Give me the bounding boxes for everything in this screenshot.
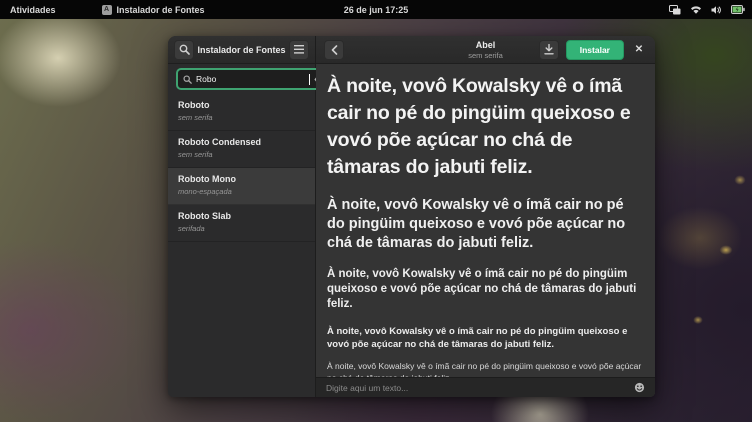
font-style: mono-espaçada <box>178 187 315 196</box>
window-title: Instalador de Fontes <box>194 45 289 55</box>
preview-paragraph-sm: À noite, vovô Kowalsky vê o ímã cair no … <box>327 325 643 351</box>
font-row-roboto[interactable]: Roboto sem serifa <box>168 94 315 131</box>
battery-icon <box>731 5 745 14</box>
search-icon <box>179 44 190 55</box>
font-row-roboto-slab[interactable]: Roboto Slab serifada <box>168 205 315 242</box>
font-style: sem serifa <box>178 150 315 159</box>
font-installer-window: Instalador de Fontes Roboto sem serifa <box>168 36 655 397</box>
volume-icon <box>711 5 722 15</box>
font-list-pane: Instalador de Fontes Roboto sem serifa <box>168 36 316 397</box>
preview-font-subtitle: sem serifa <box>468 51 503 60</box>
back-button[interactable] <box>324 40 344 60</box>
focused-app-name: Instalador de Fontes <box>117 5 205 15</box>
close-window-button[interactable]: ✕ <box>631 40 647 60</box>
font-name: Roboto Condensed <box>178 137 315 147</box>
search-toggle-button[interactable] <box>174 40 194 60</box>
menu-button[interactable] <box>289 40 309 60</box>
font-name: Roboto Mono <box>178 174 315 184</box>
top-bar: Atividades A Instalador de Fontes 26 de … <box>0 0 752 19</box>
custom-preview-text-bar <box>316 377 655 397</box>
smiley-icon <box>634 382 645 393</box>
preview-paragraph-xl: À noite, vovô Kowalsky vê o ímã cair no … <box>327 73 643 181</box>
font-preview-pane: Abel sem serifa Instalar ✕ À noite, vovô… <box>316 36 655 397</box>
preview-title-block: Abel sem serifa <box>468 40 503 60</box>
right-headerbar: Abel sem serifa Instalar ✕ <box>316 36 655 64</box>
font-name: Roboto Slab <box>178 211 315 221</box>
search-input[interactable] <box>196 74 307 84</box>
preview-paragraph-xs: À noite, vovô Kowalsky vê o ímã cair no … <box>327 360 643 377</box>
left-headerbar: Instalador de Fontes <box>168 36 315 64</box>
emoji-picker-button[interactable] <box>634 382 645 393</box>
text-caret <box>309 74 310 85</box>
search-entry[interactable] <box>176 68 332 90</box>
font-row-roboto-mono[interactable]: Roboto Mono mono-espaçada <box>168 168 315 205</box>
font-list: Roboto sem serifa Roboto Condensed sem s… <box>168 94 315 397</box>
custom-text-input[interactable] <box>326 383 626 393</box>
font-preview-area: À noite, vovô Kowalsky vê o ímã cair no … <box>316 64 655 377</box>
chevron-left-icon <box>331 45 338 55</box>
hamburger-icon <box>294 45 304 54</box>
wifi-icon <box>690 5 702 15</box>
clock[interactable]: 26 de jun 17:25 <box>344 5 409 15</box>
font-style: serifada <box>178 224 315 233</box>
download-icon <box>544 44 554 55</box>
preview-paragraph-md: À noite, vovô Kowalsky vê o ímã cair no … <box>327 267 643 312</box>
install-button[interactable]: Instalar <box>566 40 624 60</box>
focused-app-menu[interactable]: A Instalador de Fontes <box>102 5 205 15</box>
activities-button[interactable]: Atividades <box>10 5 56 15</box>
headerbar-actions: Instalar ✕ <box>539 40 647 60</box>
font-style: sem serifa <box>178 113 315 122</box>
preview-font-title: Abel <box>468 40 503 50</box>
download-button[interactable] <box>539 40 559 60</box>
font-name: Roboto <box>178 100 315 110</box>
preview-paragraph-lg: À noite, vovô Kowalsky vê o ímã cair no … <box>327 196 643 253</box>
app-icon: A <box>102 5 112 15</box>
font-row-roboto-condensed[interactable]: Roboto Condensed sem serifa <box>168 131 315 168</box>
search-icon <box>183 75 192 84</box>
input-source-icon <box>669 5 681 15</box>
search-row <box>168 64 315 94</box>
system-status-area[interactable] <box>669 0 745 19</box>
